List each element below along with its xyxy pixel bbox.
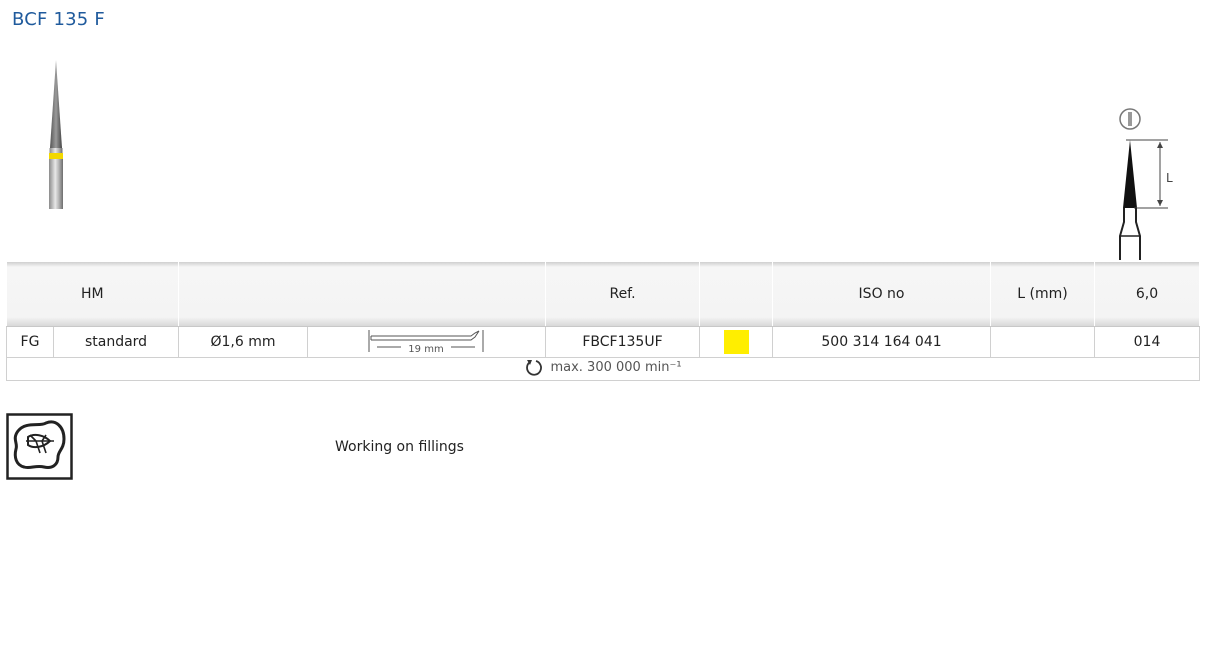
header-color xyxy=(699,262,774,327)
header-shank xyxy=(178,262,547,327)
header-length: L (mm) xyxy=(990,262,1096,327)
ref-number: FBCF135UF xyxy=(545,326,701,358)
header-ref: Ref. xyxy=(545,262,701,327)
shank-diagram: 19 mm xyxy=(368,330,484,355)
application-label: Working on fillings xyxy=(335,439,464,455)
table-header-row: HM Ref. ISO no L (mm) 6,0 xyxy=(6,262,1201,327)
header-size: 6,0 xyxy=(1094,262,1201,327)
header-iso: ISO no xyxy=(772,262,992,327)
shank-length-label: 19 mm xyxy=(408,344,443,355)
product-spec-table: HM Ref. ISO no L (mm) 6,0 FG standard Ø1… xyxy=(5,262,1201,381)
color-code-swatch xyxy=(723,330,749,354)
table-row: FG standard Ø1,6 mm 19 mm FBCF135UF 500 … xyxy=(6,326,1201,358)
bur-technical-drawing: L xyxy=(1119,108,1173,260)
max-speed-row: max. 300 000 min⁻¹ xyxy=(5,357,1201,381)
iso-number: 500 314 164 041 xyxy=(772,326,992,358)
shank-diagram-cell: 19 mm xyxy=(307,326,547,358)
drawing-length-label: L xyxy=(1166,171,1173,185)
filling-tooth-icon xyxy=(6,413,73,480)
rotation-icon xyxy=(526,360,543,376)
product-title: BCF 135 F xyxy=(12,9,105,30)
shank-type: FG xyxy=(6,326,54,358)
color-code-cell xyxy=(699,326,774,358)
size-value: 014 xyxy=(1094,326,1201,358)
shank-variant: standard xyxy=(52,326,180,358)
max-speed-text: max. 300 000 min⁻¹ xyxy=(550,359,682,375)
shank-diameter: Ø1,6 mm xyxy=(178,326,309,358)
length-value xyxy=(990,326,1096,358)
bur-photo xyxy=(49,60,63,209)
header-material: HM xyxy=(6,262,180,327)
